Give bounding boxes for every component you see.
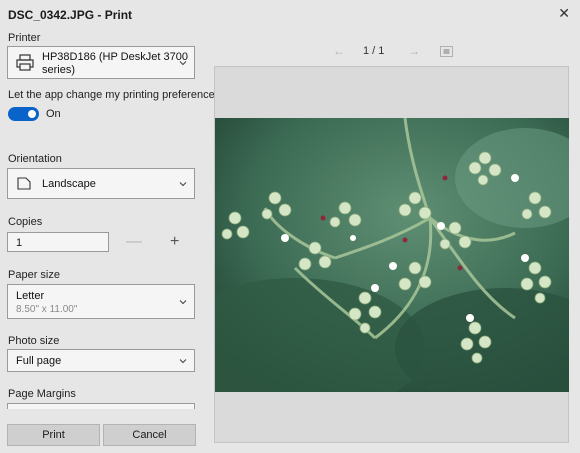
orientation-value: Landscape xyxy=(42,178,96,190)
window-title: DSC_0342.JPG - Print xyxy=(8,8,133,22)
preferences-label: Let the app change my printing preferenc… xyxy=(8,89,221,101)
photo-size-dropdown[interactable]: Full page xyxy=(7,349,195,372)
printer-icon xyxy=(16,54,34,76)
page-margins-label: Page Margins xyxy=(8,388,76,400)
copies-input[interactable]: 1 xyxy=(7,232,109,252)
chevron-down-icon xyxy=(179,357,187,365)
toggle-state-label: On xyxy=(46,108,61,120)
paper-size-detail: 8.50" x 11.00" xyxy=(16,304,78,315)
printer-label: Printer xyxy=(8,32,41,44)
photo-size-label: Photo size xyxy=(8,335,60,347)
page-indicator: 1 / 1 xyxy=(363,45,385,57)
preview-photo xyxy=(215,118,569,392)
orientation-label: Orientation xyxy=(8,153,62,165)
preferences-toggle[interactable] xyxy=(8,107,39,121)
paper-size-value: Letter xyxy=(16,290,45,302)
printer-name-line1: HP38D186 (HP DeskJet 3700 xyxy=(42,51,188,63)
title-bar: DSC_0342.JPG - Print ✕ xyxy=(0,0,580,30)
page-margins-dropdown[interactable] xyxy=(7,403,195,409)
printer-dropdown[interactable]: HP38D186 (HP DeskJet 3700 series) xyxy=(7,46,195,79)
chevron-down-icon xyxy=(179,59,187,67)
copies-value: 1 xyxy=(16,237,23,249)
next-page-icon[interactable]: → xyxy=(408,44,420,58)
cancel-button[interactable]: Cancel xyxy=(103,424,196,446)
close-icon[interactable]: ✕ xyxy=(558,5,570,22)
chevron-down-icon xyxy=(179,298,187,306)
print-button[interactable]: Print xyxy=(7,424,100,446)
printer-name-line2: series) xyxy=(42,64,76,76)
copies-label: Copies xyxy=(8,216,43,228)
chevron-down-icon xyxy=(179,180,187,188)
photo-size-value: Full page xyxy=(16,355,62,367)
toggle-knob xyxy=(28,110,36,118)
fit-to-window-icon[interactable] xyxy=(440,44,453,62)
orientation-dropdown[interactable]: Landscape xyxy=(7,168,195,199)
flower-photo-image xyxy=(215,118,569,392)
previous-page-icon[interactable]: ← xyxy=(333,44,345,58)
increment-button[interactable]: + xyxy=(170,234,179,250)
page-icon xyxy=(17,177,31,195)
paper-size-dropdown[interactable]: Letter 8.50" x 11.00" xyxy=(7,284,195,319)
paper-size-label: Paper size xyxy=(8,269,60,281)
decrement-button[interactable]: — xyxy=(126,234,142,250)
